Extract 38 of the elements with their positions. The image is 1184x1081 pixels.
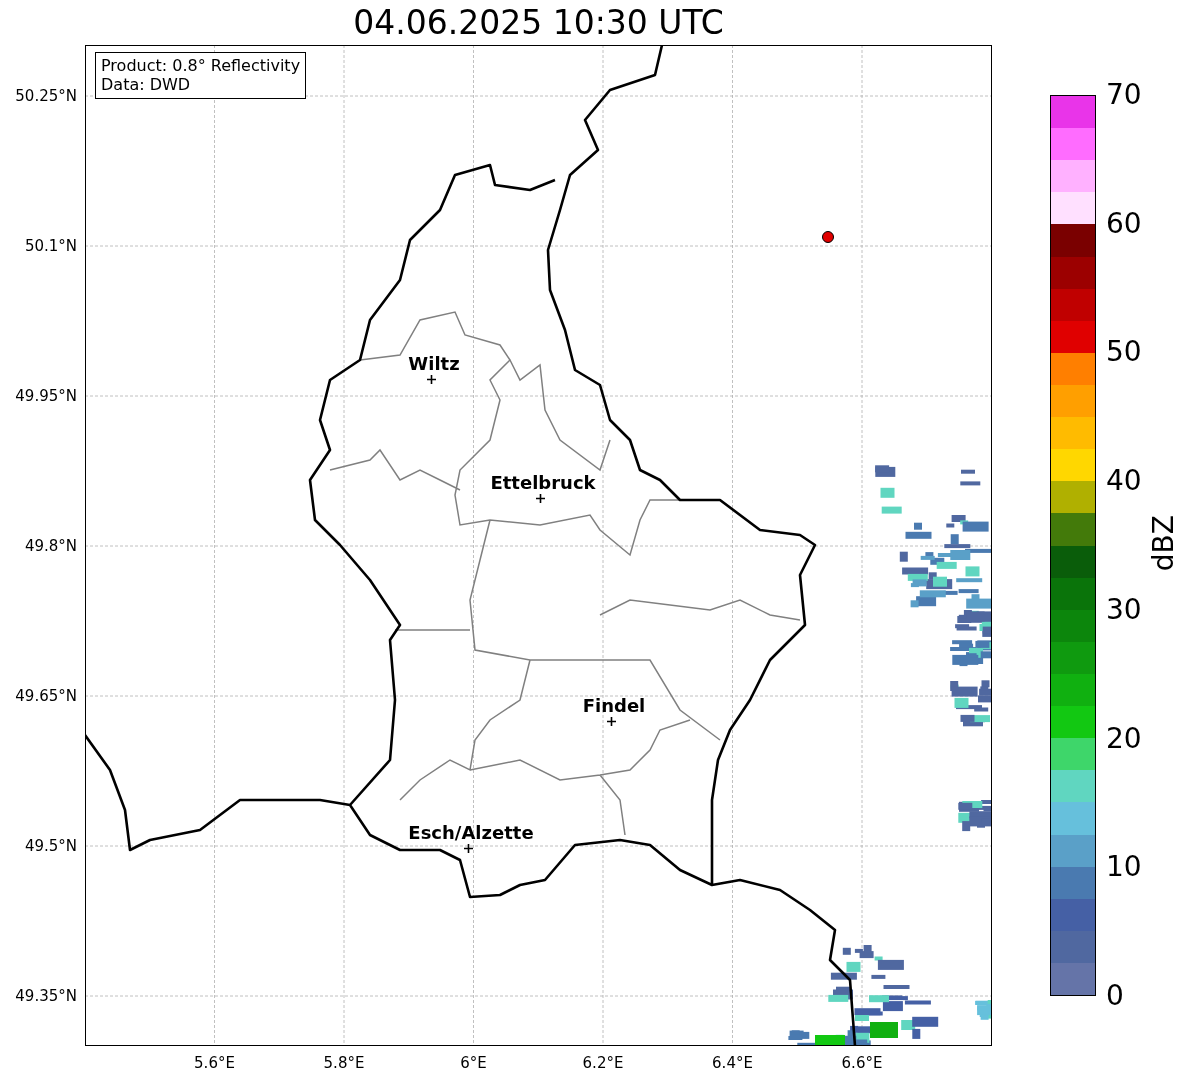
city-marker-icon bbox=[463, 843, 473, 853]
city-label: Findel bbox=[582, 695, 646, 717]
city-label: Esch/Alzette bbox=[408, 822, 534, 844]
axis-label: 49.8°N bbox=[24, 537, 77, 555]
axis-label: 49.35°N bbox=[15, 987, 77, 1005]
axis-label: 6°E bbox=[460, 1054, 487, 1072]
axis-label: 6.4°E bbox=[712, 1054, 753, 1072]
axis-label: 6.2°E bbox=[582, 1054, 624, 1072]
axis-label: 49.65°N bbox=[15, 687, 77, 705]
colorbar-tick-label: 30 bbox=[1105, 592, 1142, 627]
radar-echo bbox=[958, 800, 991, 832]
colorbar-tick-label: 10 bbox=[1105, 850, 1142, 885]
city-marker-icon bbox=[606, 716, 616, 726]
colorbar-tick-label: 0 bbox=[1105, 978, 1124, 1013]
colorbar-tick-label: 40 bbox=[1105, 464, 1142, 499]
city-marker-icon bbox=[535, 493, 545, 503]
axis-label: 5.6°E bbox=[194, 1054, 235, 1072]
info-text: Data: DWD bbox=[101, 75, 192, 94]
radar-echo bbox=[950, 640, 991, 667]
city-label: Ettelbruck bbox=[490, 472, 596, 494]
axis-label: 6.6°E bbox=[841, 1054, 883, 1072]
colorbar-tick-label: 70 bbox=[1105, 78, 1142, 112]
axis-label: 50.25°N bbox=[15, 87, 77, 105]
axis-label: 49.95°N bbox=[15, 387, 77, 405]
radar-echo bbox=[975, 1000, 991, 1020]
axis-label: 5.8°E bbox=[323, 1054, 365, 1072]
city-marker-icon bbox=[426, 374, 436, 384]
city-label: Wiltz bbox=[408, 353, 460, 375]
colorbar-tick-label: 20 bbox=[1105, 721, 1142, 756]
radar-site-marker bbox=[822, 231, 834, 243]
colorbar-label: dBZ bbox=[1148, 515, 1180, 572]
colorbar-tick-label: 60 bbox=[1105, 206, 1142, 241]
chart-title: 04.06.2025 10:30 UTC bbox=[353, 3, 724, 44]
axis-label: 50.1°N bbox=[24, 237, 77, 255]
info-text: Product: 0.8° Reflectivity bbox=[101, 56, 301, 75]
colorbar-tick-label: 50 bbox=[1105, 335, 1142, 370]
axis-label: 49.5°N bbox=[24, 837, 77, 855]
radar-echo bbox=[950, 680, 991, 727]
